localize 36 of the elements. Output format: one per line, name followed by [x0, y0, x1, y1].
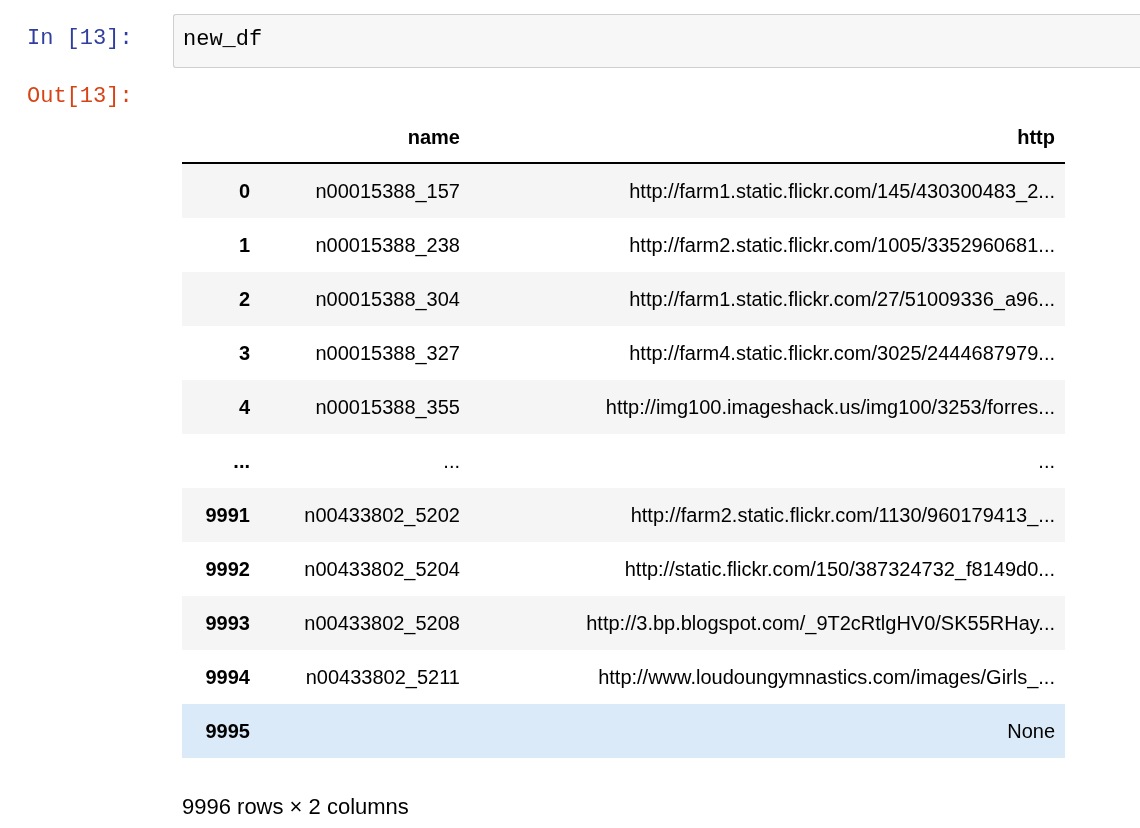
table-cell: n00433802_5211 — [260, 650, 470, 704]
table-cell: http://farm4.static.flickr.com/3025/2444687979... — [470, 326, 1065, 380]
table-cell: http://img100.imageshack.us/img100/3253/forres... — [470, 380, 1065, 434]
input-prompt: In [13]: — [26, 25, 134, 51]
row-index: 3 — [182, 326, 260, 380]
row-index: 9992 — [182, 542, 260, 596]
table-cell: n00015388_355 — [260, 380, 470, 434]
table-cell: n00015388_304 — [260, 272, 470, 326]
row-index: 9995 — [182, 704, 260, 758]
table-cell: http://www.loudoungymnastics.com/images/Girls_... — [470, 650, 1065, 704]
table-cell: http://farm2.static.flickr.com/1130/960179413_... — [470, 488, 1065, 542]
table-cell: None — [470, 704, 1065, 758]
table-cell: n00015388_238 — [260, 218, 470, 272]
table-cell: http://farm1.static.flickr.com/27/51009336_a96... — [470, 272, 1065, 326]
row-index: 0 — [182, 163, 260, 218]
output-prompt: Out[13]: — [26, 83, 134, 109]
table-summary: 9996 rows × 2 columns — [182, 794, 410, 820]
row-index: ... — [182, 434, 260, 488]
table-cell: n00433802_5208 — [260, 596, 470, 650]
row-index: 1 — [182, 218, 260, 272]
table-cell: n00433802_5202 — [260, 488, 470, 542]
table-cell: http://static.flickr.com/150/387324732_f8149d0... — [470, 542, 1065, 596]
table-cell: http://3.bp.blogspot.com/_9T2cRtlgHV0/SK55RHay... — [470, 596, 1065, 650]
row-index: 9991 — [182, 488, 260, 542]
table-cell: n00015388_157 — [260, 163, 470, 218]
table-cell: http://farm2.static.flickr.com/1005/3352960681... — [470, 218, 1065, 272]
table-cell: n00015388_327 — [260, 326, 470, 380]
row-index: 9993 — [182, 596, 260, 650]
row-index: 9994 — [182, 650, 260, 704]
code-input-field[interactable]: new_df — [173, 14, 1140, 68]
table-cell: ... — [470, 434, 1065, 488]
table-cell: http://farm1.static.flickr.com/145/430300483_2... — [470, 163, 1065, 218]
row-index: 2 — [182, 272, 260, 326]
row-index: 4 — [182, 380, 260, 434]
table-cell: ... — [260, 434, 470, 488]
table-cell: n00433802_5204 — [260, 542, 470, 596]
